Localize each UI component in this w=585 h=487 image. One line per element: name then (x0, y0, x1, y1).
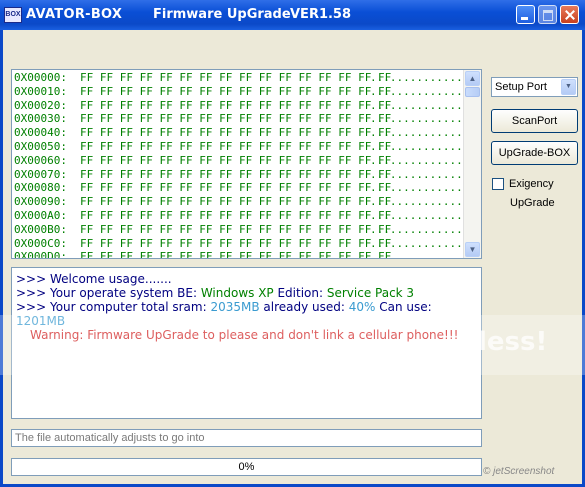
hex-row: 0X00040: FF FF FF FF FF FF FF FF FF FF FF… (14, 126, 476, 140)
hex-scrollbar[interactable]: ▲ ▼ (463, 70, 481, 258)
hex-bytes: FF FF FF FF FF FF FF FF FF FF FF FF FF F… (80, 139, 392, 153)
hex-ascii: ................ (370, 139, 476, 153)
hex-ascii: ................ (370, 126, 476, 140)
port-select[interactable]: Setup Port ▼ (491, 77, 578, 97)
log-used-label: already used: (259, 300, 349, 314)
exigency-checkbox[interactable] (492, 178, 504, 190)
hex-row: 0X00080: FF FF FF FF FF FF FF FF FF FF FF… (14, 181, 476, 195)
log-sram-prefix: >>> Your computer total sram: (16, 300, 211, 314)
hex-bytes: FF FF FF FF FF FF FF FF FF FF FF FF FF F… (80, 71, 392, 84)
hex-row: 0X000B0: FF FF FF FF FF FF FF FF FF FF FF… (14, 223, 476, 237)
hex-bytes: FF FF FF FF FF FF FF FF FF FF FF FF FF F… (80, 112, 392, 126)
hex-addr: 0X00060: (14, 153, 67, 167)
hex-ascii: ................ (370, 167, 476, 181)
hex-bytes: FF FF FF FF FF FF FF FF FF FF FF FF FF F… (80, 126, 392, 140)
scan-port-button[interactable]: ScanPort (491, 109, 578, 133)
version-label: VER1.58 (290, 7, 352, 22)
hex-bytes: FF FF FF FF FF FF FF FF FF FF FF FF FF F… (80, 208, 392, 222)
hex-addr: 0X00000: (14, 71, 67, 84)
watermark-credit: © jetScreenshot (483, 466, 555, 477)
hex-addr: 0X00090: (14, 195, 67, 209)
hex-ascii: ................ (370, 236, 476, 250)
hex-bytes: FF FF FF FF FF FF FF FF FF FF FF FF FF F… (80, 181, 392, 195)
window-frame-left (0, 30, 3, 487)
hex-row: 0X000C0: FF FF FF FF FF FF FF FF FF FF FF… (14, 237, 476, 251)
hex-addr: 0X00010: (14, 84, 67, 98)
hex-addr: 0X000A0: (14, 208, 67, 222)
hex-addr: 0X000D0: (14, 250, 67, 259)
hex-addr: 0X000C0: (14, 236, 67, 250)
hex-ascii: ................ (370, 84, 476, 98)
status-field: The file automatically adjusts to go int… (11, 429, 482, 447)
hex-addr: 0X00030: (14, 112, 67, 126)
hex-bytes: FF FF FF FF FF FF FF FF FF FF FF FF FF F… (80, 236, 392, 250)
log-edition-label: Edition: (273, 286, 327, 300)
scroll-thumb[interactable] (465, 87, 480, 97)
hex-row: 0X000D0: FF FF FF FF FF FF FF FF FF FF FF… (14, 250, 476, 259)
hex-ascii: ................ (370, 250, 476, 259)
hex-row: 0X00060: FF FF FF FF FF FF FF FF FF FF FF… (14, 154, 476, 168)
hex-row: 0X00090: FF FF FF FF FF FF FF FF FF FF FF… (14, 195, 476, 209)
log-sram-total: 2035MB (210, 300, 260, 314)
hex-bytes: FF FF FF FF FF FF FF FF FF FF FF FF FF F… (80, 195, 392, 209)
hex-ascii: ................ (370, 98, 476, 112)
hex-row: 0X00070: FF FF FF FF FF FF FF FF FF FF FF… (14, 168, 476, 182)
hex-bytes: FF FF FF FF FF FF FF FF FF FF FF FF FF F… (80, 98, 392, 112)
progress-bar: 0% (11, 458, 482, 476)
hex-row: 0X00000: FF FF FF FF FF FF FF FF FF FF FF… (14, 71, 476, 85)
upgrade-box-button[interactable]: UpGrade-BOX (491, 141, 578, 165)
hex-ascii: ................ (370, 195, 476, 209)
hex-ascii: ................ (370, 222, 476, 236)
hex-row: 0X000A0: FF FF FF FF FF FF FF FF FF FF FF… (14, 209, 476, 223)
hex-bytes: FF FF FF FF FF FF FF FF FF FF FF FF FF F… (80, 222, 392, 236)
chevron-down-icon[interactable]: ▼ (561, 79, 576, 95)
minimize-button[interactable] (516, 5, 535, 24)
hex-addr: 0X00080: (14, 181, 67, 195)
exigency-label: Exigency (509, 178, 554, 190)
port-select-value: Setup Port (495, 81, 547, 93)
scroll-down-icon[interactable]: ▼ (465, 242, 480, 257)
exigency-sub-label: UpGrade (510, 197, 555, 209)
watermark-text: less! (478, 327, 548, 357)
hex-bytes: FF FF FF FF FF FF FF FF FF FF FF FF FF F… (80, 84, 392, 98)
hex-addr: 0X000B0: (14, 222, 67, 236)
scroll-up-icon[interactable]: ▲ (465, 71, 480, 86)
hex-addr: 0X00070: (14, 167, 67, 181)
log-os-prefix: >>> Your operate system BE: (16, 286, 201, 300)
close-button[interactable] (560, 5, 579, 24)
hex-addr: 0X00050: (14, 139, 67, 153)
hex-ascii: ................ (370, 71, 476, 84)
log-os-value: Windows XP (200, 286, 274, 300)
app-name: AVATOR-BOX (26, 7, 123, 22)
log-line-os: >>> Your operate system BE: Windows XP E… (16, 286, 414, 300)
log-canuse-label: Can use: (375, 300, 432, 314)
app-icon: BOX (4, 7, 22, 23)
hex-ascii: ................ (370, 208, 476, 222)
window-title: Firmware UpGrade (153, 7, 291, 22)
log-line-sram: >>> Your computer total sram: 2035MB alr… (16, 300, 432, 314)
hex-view[interactable]: 0X00000: FF FF FF FF FF FF FF FF FF FF FF… (11, 69, 482, 259)
title-bar[interactable]: BOX AVATOR-BOX Firmware UpGrade VER1.58 (0, 0, 585, 30)
hex-addr: 0X00040: (14, 126, 67, 140)
hex-addr: 0X00020: (14, 98, 67, 112)
log-line-welcome: >>> Welcome usage....... (16, 272, 172, 286)
log-used-value: 40% (348, 300, 376, 314)
hex-row: 0X00020: FF FF FF FF FF FF FF FF FF FF FF… (14, 99, 476, 113)
hex-bytes: FF FF FF FF FF FF FF FF FF FF FF FF FF F… (80, 250, 392, 259)
maximize-button (538, 5, 557, 24)
hex-ascii: ................ (370, 153, 476, 167)
hex-bytes: FF FF FF FF FF FF FF FF FF FF FF FF FF F… (80, 167, 392, 181)
hex-ascii: ................ (370, 181, 476, 195)
hex-row: 0X00050: FF FF FF FF FF FF FF FF FF FF FF… (14, 140, 476, 154)
log-edition-value: Service Pack 3 (326, 286, 415, 300)
hex-ascii: ................ (370, 112, 476, 126)
hex-row: 0X00010: FF FF FF FF FF FF FF FF FF FF FF… (14, 85, 476, 99)
hex-lines: 0X00000: FF FF FF FF FF FF FF FF FF FF FF… (14, 71, 476, 259)
hex-bytes: FF FF FF FF FF FF FF FF FF FF FF FF FF F… (80, 153, 392, 167)
hex-row: 0X00030: FF FF FF FF FF FF FF FF FF FF FF… (14, 112, 476, 126)
